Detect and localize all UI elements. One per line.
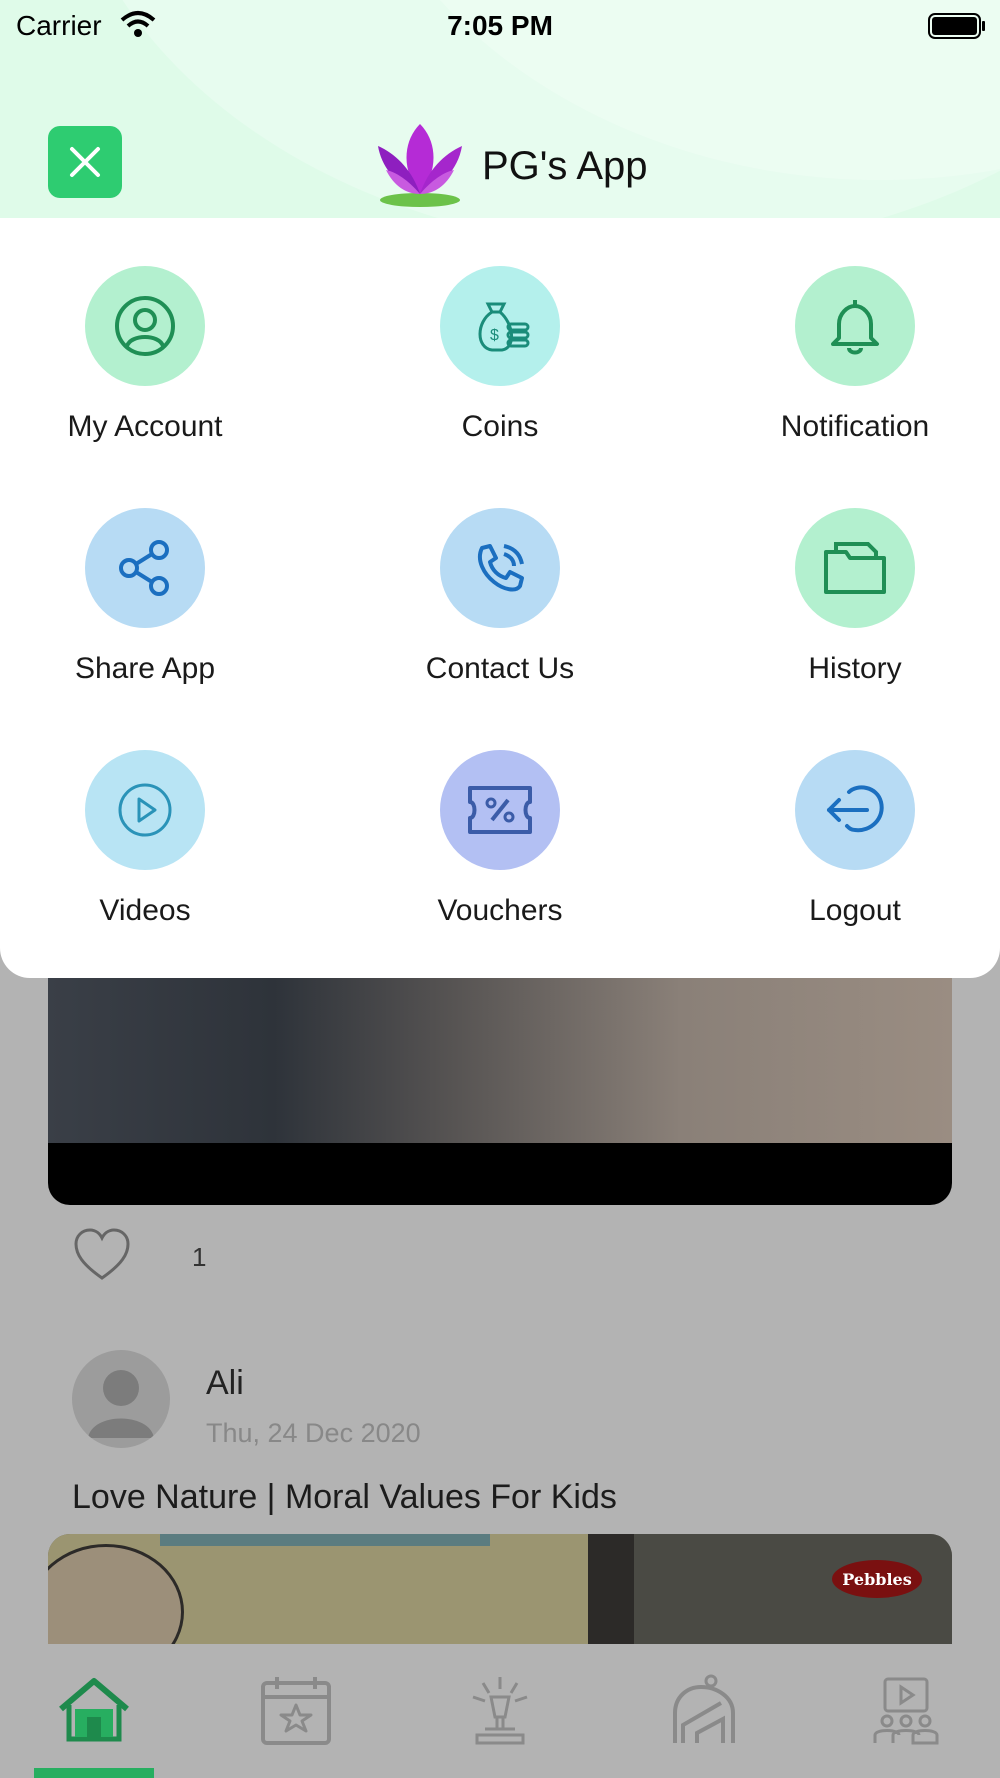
tab-calendar[interactable]: [236, 1670, 356, 1750]
close-icon: [70, 147, 100, 177]
play-icon: [118, 783, 172, 837]
menu-item-my-account[interactable]: My Account: [0, 266, 290, 444]
user-placeholder-icon: [88, 1370, 154, 1438]
voucher-icon: [468, 786, 532, 834]
calendar-star-icon: [261, 1677, 331, 1745]
post-date: Thu, 24 Dec 2020: [206, 1418, 421, 1448]
phone-icon: [477, 544, 524, 592]
status-bar: Carrier 7:05 PM: [0, 0, 1000, 52]
tab-events[interactable]: [440, 1670, 560, 1750]
menu-label: My Account: [67, 410, 223, 443]
menu-item-history[interactable]: History: [710, 508, 1000, 686]
tab-playground[interactable]: [644, 1670, 764, 1750]
post-header: Ali Thu, 24 Dec 2020: [72, 1350, 872, 1450]
post-author: Ali: [206, 1364, 244, 1402]
share-icon: [119, 540, 169, 596]
tab-home[interactable]: [34, 1670, 154, 1750]
menu-panel: My Account $ Coins Notification Share Ap…: [0, 218, 1000, 978]
post-image[interactable]: [48, 978, 952, 1205]
menu-item-vouchers[interactable]: Vouchers: [355, 750, 645, 928]
menu-label: Contact Us: [425, 652, 575, 685]
like-count: 1: [192, 1242, 207, 1272]
money-bag-icon: $: [478, 302, 530, 352]
playground-icon: [673, 1674, 735, 1743]
folder-icon: [824, 542, 886, 594]
menu-item-notification[interactable]: Notification: [710, 266, 1000, 444]
menu-item-contact-us[interactable]: Contact Us: [355, 508, 645, 686]
menu-item-videos[interactable]: Videos: [0, 750, 290, 928]
logout-icon: [827, 785, 884, 833]
avatar[interactable]: [72, 1350, 170, 1448]
post-title: Love Nature | Moral Values For Kids: [72, 1478, 617, 1516]
home-icon: [59, 1678, 129, 1742]
menu-label: Videos: [99, 894, 191, 927]
video-class-icon: [873, 1677, 939, 1745]
video-thumbnail[interactable]: Pebbles: [48, 1534, 952, 1644]
app-title: PG's App: [482, 144, 648, 188]
menu-item-share-app[interactable]: Share App: [0, 508, 290, 686]
status-time: 7:05 PM: [447, 10, 553, 41]
active-tab-indicator: [34, 1768, 154, 1778]
menu-item-logout[interactable]: Logout: [710, 750, 1000, 928]
bottom-tab-bar: [0, 1644, 1000, 1778]
battery-icon: [928, 13, 985, 39]
tab-video-class[interactable]: [846, 1670, 966, 1750]
menu-label: History: [808, 652, 902, 685]
like-row: 1: [72, 1224, 372, 1284]
bell-icon: [831, 300, 879, 355]
menu-label: Share App: [74, 652, 216, 685]
menu-label: Coins: [461, 410, 539, 443]
menu-label: Vouchers: [437, 894, 563, 927]
heart-icon[interactable]: [72, 1226, 132, 1284]
brand-logo: Pebbles: [832, 1560, 922, 1598]
event-icon: [472, 1677, 528, 1745]
menu-label: Logout: [809, 894, 901, 927]
close-button[interactable]: [48, 126, 122, 198]
menu-item-coins[interactable]: $ Coins: [355, 266, 645, 444]
svg-text:$: $: [490, 327, 499, 344]
menu-label: Notification: [780, 410, 930, 443]
lotus-logo-icon: [378, 124, 462, 207]
user-circle-icon: [115, 296, 175, 356]
